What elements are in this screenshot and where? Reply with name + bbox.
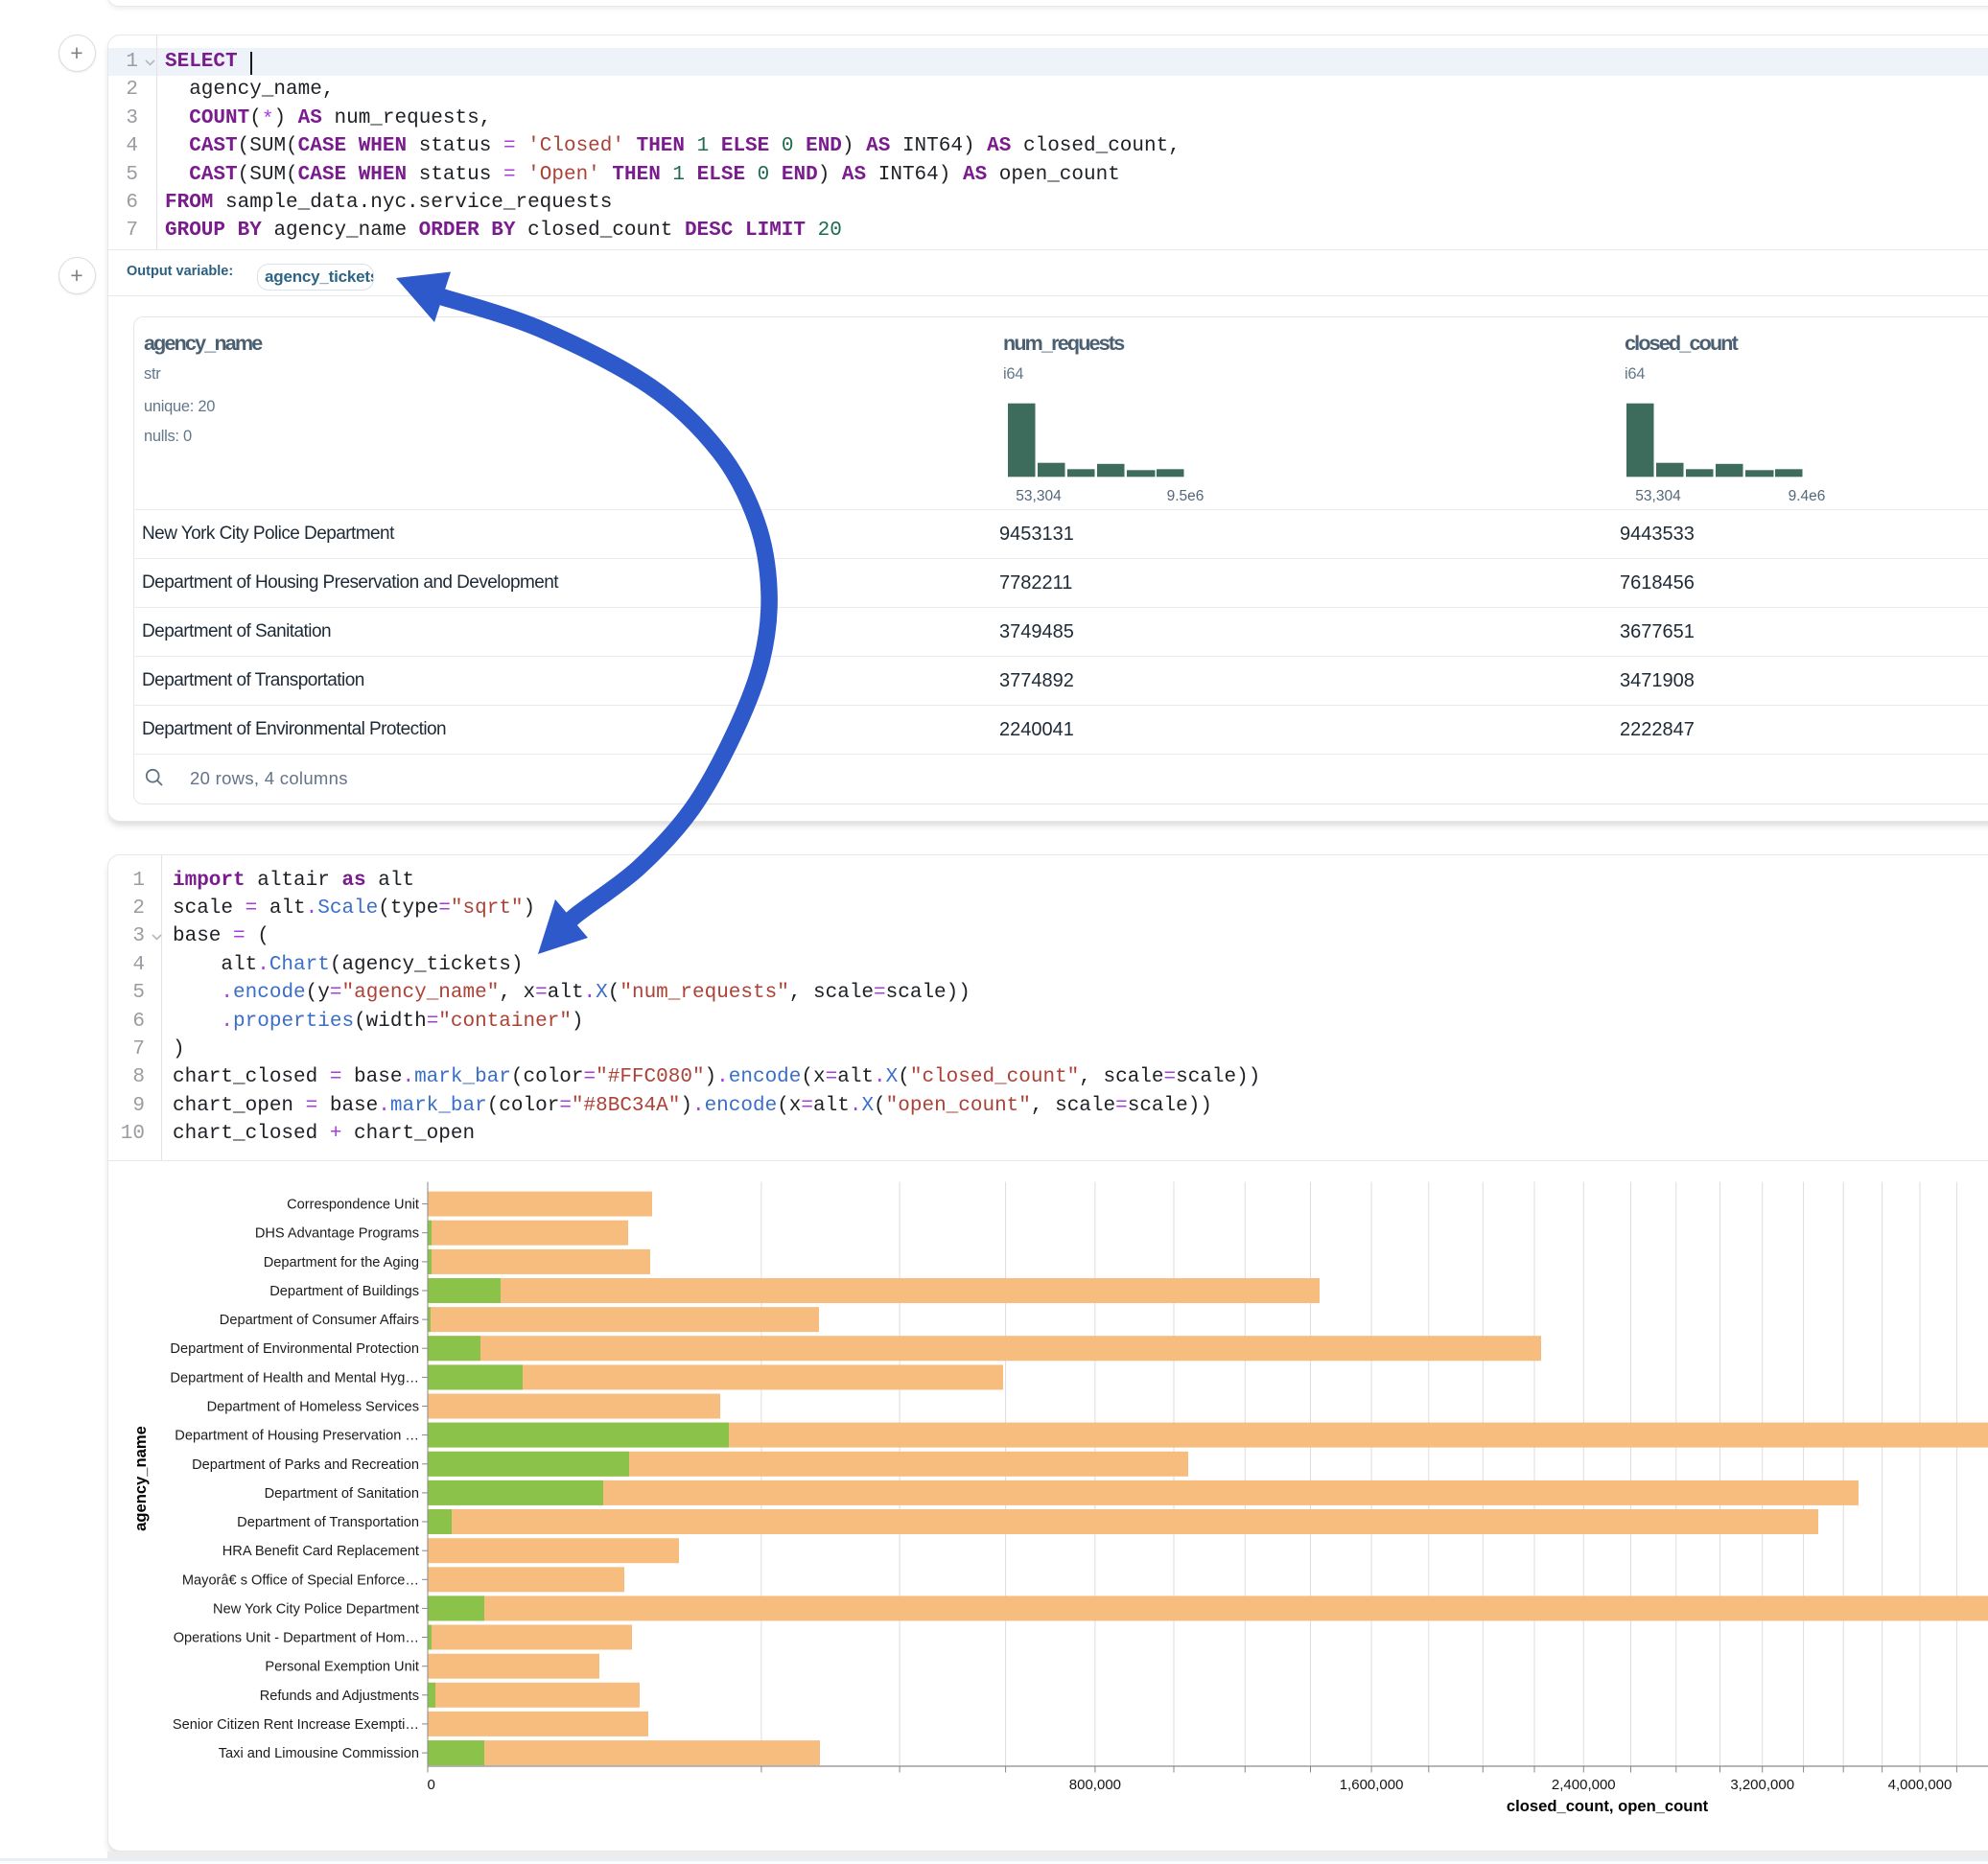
svg-text:HRA Benefit Card Replacement: HRA Benefit Card Replacement (222, 1544, 419, 1559)
svg-text:Department of Parks and Recrea: Department of Parks and Recreation (192, 1457, 419, 1473)
svg-text:closed_count, open_count: closed_count, open_count (1507, 1797, 1709, 1815)
svg-text:Correspondence Unit: Correspondence Unit (287, 1198, 419, 1213)
svg-text:1,600,000: 1,600,000 (1340, 1777, 1404, 1793)
svg-text:0: 0 (428, 1777, 435, 1793)
svg-text:Department for the Aging: Department for the Aging (264, 1255, 419, 1270)
svg-text:Department of Transportation: Department of Transportation (237, 1515, 419, 1530)
svg-text:Department of Homeless Service: Department of Homeless Services (207, 1400, 419, 1415)
svg-text:Taxi and Limousine Commission: Taxi and Limousine Commission (219, 1746, 419, 1761)
svg-text:Senior Citizen Rent Increase E: Senior Citizen Rent Increase Exempti… (173, 1717, 419, 1733)
svg-text:Mayorâ€ s Office of Special En: Mayorâ€ s Office of Special Enforce… (182, 1573, 419, 1588)
svg-text:Personal Exemption Unit: Personal Exemption Unit (265, 1660, 419, 1675)
svg-text:3,200,000: 3,200,000 (1730, 1777, 1794, 1793)
svg-text:New York City Police Departmen: New York City Police Department (213, 1601, 419, 1617)
svg-text:agency_name: agency_name (131, 1426, 150, 1531)
svg-text:Department of Environmental Pr: Department of Environmental Protection (170, 1341, 419, 1357)
svg-text:Department of Consumer Affairs: Department of Consumer Affairs (220, 1313, 419, 1328)
svg-text:Department of Sanitation: Department of Sanitation (265, 1486, 419, 1502)
svg-text:Refunds and Adjustments: Refunds and Adjustments (260, 1689, 419, 1704)
svg-text:Department of Buildings: Department of Buildings (269, 1284, 419, 1299)
svg-text:4,000,000: 4,000,000 (1888, 1777, 1953, 1793)
svg-text:Operations Unit - Department o: Operations Unit - Department of Hom… (174, 1631, 419, 1646)
svg-text:Department of Housing Preserva: Department of Housing Preservation … (175, 1429, 419, 1444)
svg-text:2,400,000: 2,400,000 (1552, 1777, 1616, 1793)
svg-text:DHS Advantage Programs: DHS Advantage Programs (255, 1226, 419, 1242)
svg-text:Department of Health and Menta: Department of Health and Mental Hyg… (170, 1370, 419, 1386)
svg-text:800,000: 800,000 (1069, 1777, 1121, 1793)
